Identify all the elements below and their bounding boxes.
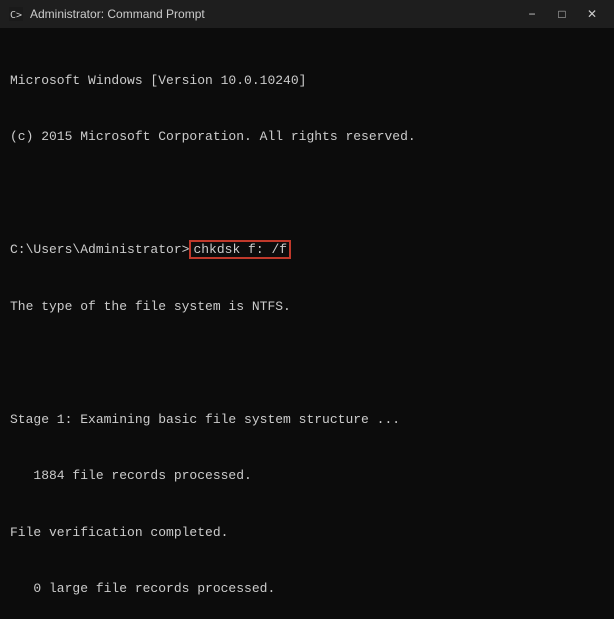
console-line-1: (c) 2015 Microsoft Corporation. All righ…	[10, 128, 604, 147]
console-prompt-line: C:\Users\Administrator>chkdsk f: /f	[10, 241, 604, 260]
window-controls: − □ ✕	[518, 4, 606, 24]
close-button[interactable]: ✕	[578, 4, 606, 24]
console-line-5	[10, 354, 604, 373]
maximize-button[interactable]: □	[548, 4, 576, 24]
console-line-0: Microsoft Windows [Version 10.0.10240]	[10, 72, 604, 91]
console-line-6: Stage 1: Examining basic file system str…	[10, 411, 604, 430]
console-line-4: The type of the file system is NTFS.	[10, 298, 604, 317]
window-title: Administrator: Command Prompt	[30, 7, 205, 21]
minimize-button[interactable]: −	[518, 4, 546, 24]
console-body[interactable]: Microsoft Windows [Version 10.0.10240] (…	[0, 28, 614, 619]
command-highlight: chkdsk f: /f	[189, 240, 291, 259]
cmd-icon: C>	[8, 6, 24, 22]
console-line-7: 1884 file records processed.	[10, 467, 604, 486]
svg-text:C>: C>	[10, 10, 22, 21]
title-bar: C> Administrator: Command Prompt − □ ✕	[0, 0, 614, 28]
console-line-8: File verification completed.	[10, 524, 604, 543]
console-line-9: 0 large file records processed.	[10, 580, 604, 599]
console-line-2	[10, 185, 604, 204]
window-container: C> Administrator: Command Prompt − □ ✕ M…	[0, 0, 614, 619]
title-bar-left: C> Administrator: Command Prompt	[8, 6, 205, 22]
prompt-text: C:\Users\Administrator>	[10, 242, 189, 257]
